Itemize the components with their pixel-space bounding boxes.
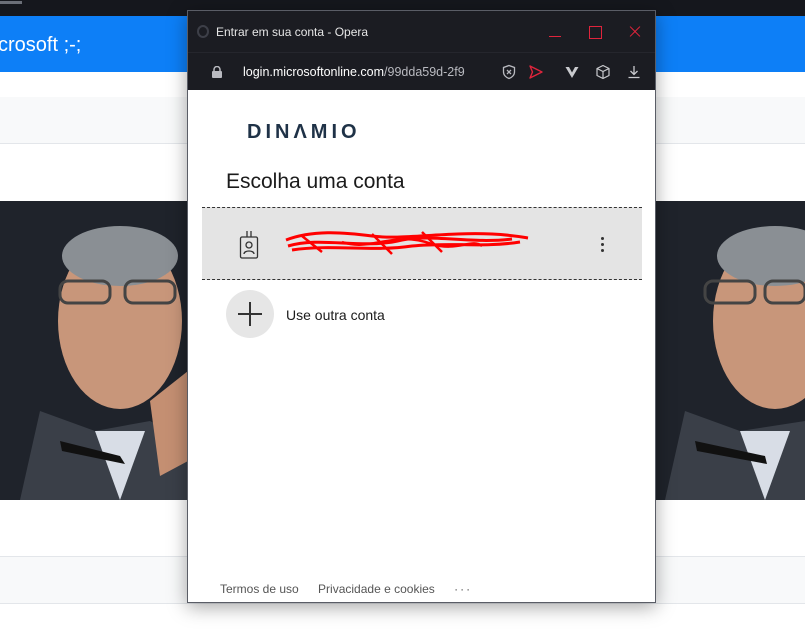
redaction-scribble bbox=[285, 231, 529, 255]
cube-icon[interactable] bbox=[595, 64, 611, 80]
privacy-link[interactable]: Privacidade e cookies bbox=[318, 582, 435, 596]
use-another-account-label: Use outra conta bbox=[286, 307, 385, 323]
plus-icon bbox=[226, 290, 274, 338]
url-text[interactable]: login.microsoftonline.com/99dda59d-2f9 bbox=[243, 65, 465, 79]
account-tile[interactable] bbox=[202, 207, 642, 280]
window-title: Entrar em sua conta - Opera bbox=[216, 25, 369, 39]
close-button[interactable] bbox=[624, 21, 646, 43]
login-content: DINΛMIO Escolha uma conta Use outra cont… bbox=[188, 90, 655, 602]
url-path: /99dda59d-2f9 bbox=[384, 65, 465, 79]
minimize-button[interactable] bbox=[544, 21, 566, 43]
photo-left bbox=[0, 201, 188, 500]
screen: crosoft ;-; Entrar em sua conta - Opera … bbox=[0, 0, 805, 630]
maximize-button[interactable] bbox=[584, 21, 606, 43]
use-another-account-button[interactable]: Use outra conta bbox=[226, 290, 526, 340]
photo-right bbox=[655, 201, 805, 500]
opera-logo-icon bbox=[197, 25, 209, 38]
vpn-icon[interactable] bbox=[564, 64, 580, 80]
page-title: Escolha uma conta bbox=[226, 170, 405, 193]
tab-indicator bbox=[0, 1, 22, 4]
send-icon[interactable] bbox=[528, 64, 544, 80]
window-titlebar[interactable]: Entrar em sua conta - Opera bbox=[188, 11, 655, 52]
brand-logo: DINΛMIO bbox=[247, 121, 361, 143]
page-header-title: crosoft ;-; bbox=[0, 34, 82, 56]
terms-link[interactable]: Termos de uso bbox=[220, 582, 299, 596]
address-bar: login.microsoftonline.com/99dda59d-2f9 bbox=[188, 52, 655, 90]
shield-x-icon[interactable] bbox=[501, 64, 517, 80]
login-popup-window: Entrar em sua conta - Opera login.micros… bbox=[187, 10, 656, 603]
url-domain: login.microsoftonline.com bbox=[243, 65, 385, 79]
more-options-icon[interactable] bbox=[594, 236, 610, 254]
download-icon[interactable] bbox=[626, 64, 642, 80]
footer-links: Termos de uso Privacidade e cookies ··· bbox=[220, 582, 472, 596]
lock-icon bbox=[212, 66, 222, 78]
id-badge-icon bbox=[239, 231, 259, 259]
more-footer-icon[interactable]: ··· bbox=[454, 582, 472, 596]
